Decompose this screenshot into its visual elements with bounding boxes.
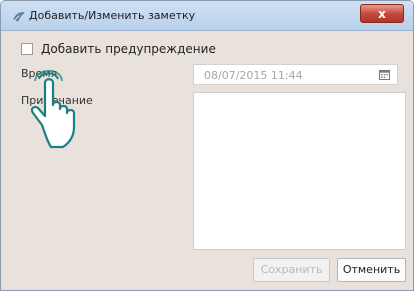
app-icon (13, 12, 25, 22)
title-bar[interactable]: Добавить/Изменить заметку x (1, 1, 413, 31)
close-icon: x (378, 7, 386, 21)
cancel-button[interactable]: Отменить (337, 258, 406, 282)
dialog-window: Добавить/Изменить заметку x Добавить пре… (0, 0, 414, 291)
save-button[interactable]: Сохранить (253, 258, 330, 282)
warning-checkbox[interactable] (21, 43, 33, 55)
datetime-input[interactable]: 08/07/2015 11:44 (193, 64, 398, 85)
close-button[interactable]: x (360, 4, 404, 23)
warning-checkbox-label[interactable]: Добавить предупреждение (41, 42, 216, 56)
time-label: Время (21, 67, 58, 80)
window-title: Добавить/Изменить заметку (29, 9, 196, 22)
calendar-icon[interactable] (379, 69, 390, 80)
note-textarea[interactable] (193, 92, 406, 250)
note-label: Примечание (21, 94, 93, 107)
datetime-value: 08/07/2015 11:44 (204, 69, 303, 82)
dialog-content: Добавить предупреждение Время Примечание… (9, 31, 407, 290)
